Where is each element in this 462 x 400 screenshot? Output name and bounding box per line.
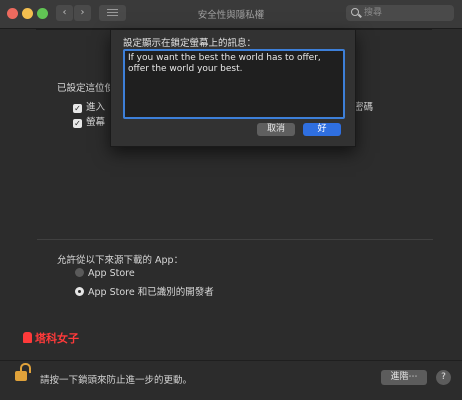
radio-app-store[interactable]: App Store [75,268,135,279]
lock-instruction-text: 請按一下鎖頭來防止進一步的更動。 [40,375,193,386]
watermark-text: 塔科女子 [35,332,79,345]
radio-app-store-identified[interactable]: App Store 和已識別的開發者 [75,284,214,298]
advanced-button[interactable]: 進階⋯ [381,370,427,385]
radio-unselected-icon[interactable] [75,268,84,277]
zoom-window-button[interactable] [37,8,48,19]
checkbox-option-1[interactable]: ✓ 進入 [73,99,105,113]
cancel-button[interactable]: 取消 [257,123,295,136]
checkbox-checked-icon[interactable]: ✓ [73,104,82,113]
radio-label: App Store [88,268,135,279]
search-input[interactable] [364,5,450,21]
preferences-window: ‹ › 安全性與隱私權 已設定這位使 ✓ 進入 ✓ 螢幕 密碼 允許從以下來源下載的… [0,0,462,400]
search-icon [351,8,359,16]
show-all-button[interactable] [99,5,126,21]
lock-message-sheet: 設定顯示在鎖定螢幕上的訊息： If you want the best the … [110,30,356,147]
unlocked-lock-icon[interactable] [15,363,31,381]
checkbox-label: 螢幕 [86,117,106,128]
search-field[interactable] [346,5,454,21]
checkbox-option-2[interactable]: ✓ 螢幕 [73,114,105,128]
sheet-title: 設定顯示在鎖定螢幕上的訊息： [123,38,257,49]
window-title: 安全性與隱私權 [197,10,265,21]
forward-button[interactable]: › [74,5,91,21]
minimize-window-button[interactable] [22,8,33,19]
help-button[interactable]: ? [436,370,451,385]
radio-label: App Store 和已識別的開發者 [88,287,214,298]
ok-button[interactable]: 好 [303,123,341,136]
close-window-button[interactable] [7,8,18,19]
radio-selected-icon[interactable] [75,287,84,296]
title-bar: ‹ › 安全性與隱私權 [0,0,462,29]
chevron-left-icon: ‹ [62,7,67,18]
grid-icon-line [107,15,118,16]
grid-icon [107,9,118,10]
watermark-figure-icon [23,332,32,343]
checkbox-label: 進入 [86,102,106,113]
checkbox-checked-icon[interactable]: ✓ [73,119,82,128]
grid-icon-line [107,12,118,13]
footer-divider [0,360,462,361]
general-section-label: 已設定這位使 [57,83,115,94]
download-source-label: 允許從以下來源下載的 App： [57,255,184,266]
password-suffix-label: 密碼 [354,102,374,113]
chevron-right-icon: › [80,7,85,18]
lock-message-textarea[interactable]: If you want the best the world has to of… [123,49,345,119]
back-button[interactable]: ‹ [56,5,73,21]
watermark: 塔科女子 [23,330,79,346]
section-divider [37,239,433,240]
